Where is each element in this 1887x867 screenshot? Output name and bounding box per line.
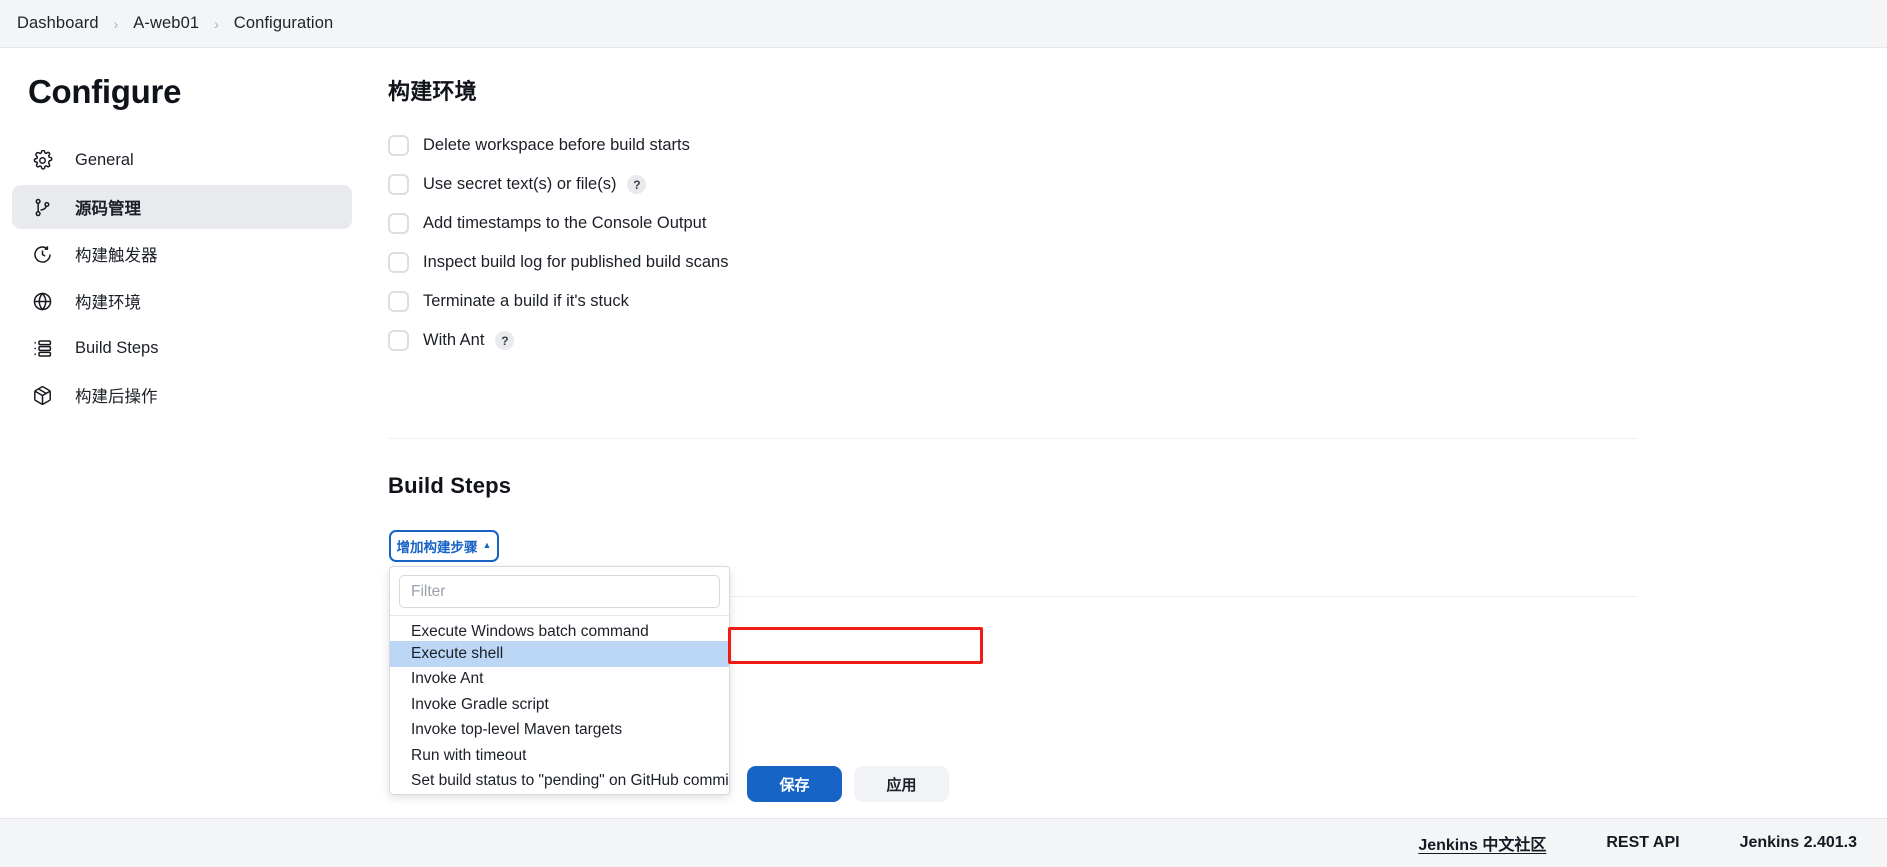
- checkbox-label: Delete workspace before build starts: [423, 136, 690, 154]
- sidebar-item-source-control[interactable]: 源码管理: [12, 185, 352, 229]
- footer-link-rest-api[interactable]: REST API: [1606, 834, 1679, 852]
- section-divider: [388, 438, 1638, 439]
- sidebar-item-label: 构建后操作: [75, 388, 158, 406]
- sidebar-item-build-steps[interactable]: Build Steps: [12, 326, 352, 370]
- sidebar-item-post-build-actions[interactable]: 构建后操作: [12, 373, 352, 417]
- page-footer: Jenkins 中文社区 REST API Jenkins 2.401.3: [0, 818, 1887, 867]
- page-title: Configure: [28, 73, 182, 110]
- checkbox-label: Terminate a build if it's stuck: [423, 292, 629, 310]
- checkbox-row-with-ant[interactable]: With Ant ?: [388, 321, 1288, 360]
- breadcrumb-item-job[interactable]: A-web01: [129, 12, 203, 35]
- help-icon[interactable]: ?: [627, 175, 647, 194]
- menu-item-execute-shell[interactable]: Execute shell: [390, 641, 729, 667]
- checkbox-label: With Ant: [423, 331, 485, 349]
- breadcrumb: Dashboard › A-web01 › Configuration: [0, 0, 1887, 48]
- chevron-right-icon: ›: [214, 15, 219, 32]
- menu-item-execute-windows-batch-command[interactable]: Execute Windows batch command: [390, 616, 729, 641]
- build-environment-heading: 构建环境: [388, 79, 477, 104]
- sidebar-item-label: 构建触发器: [75, 247, 158, 265]
- package-icon: [31, 384, 54, 407]
- checkbox-icon[interactable]: [388, 135, 409, 156]
- build-step-dropdown: Execute Windows batch command Execute sh…: [389, 566, 730, 795]
- sidebar-item-label: 源码管理: [75, 200, 141, 218]
- menu-item-invoke-maven-targets[interactable]: Invoke top-level Maven targets: [390, 718, 729, 744]
- add-build-step-label: 增加构建步骤: [396, 540, 478, 555]
- checkbox-icon[interactable]: [388, 330, 409, 351]
- page-body: Configure General 源码管理 构建触发器 构建环境 Build …: [0, 48, 1887, 818]
- list-icon: [31, 337, 54, 360]
- gear-icon: [31, 149, 54, 172]
- annotation-highlight-box: [728, 627, 983, 664]
- form-action-bar: 保存 应用: [747, 766, 949, 802]
- breadcrumb-item-dashboard[interactable]: Dashboard: [13, 12, 103, 35]
- sidebar-nav: General 源码管理 构建触发器 构建环境 Build Steps 构建后操…: [12, 138, 352, 420]
- chevron-up-icon: ▲: [482, 539, 492, 550]
- menu-item-run-with-timeout[interactable]: Run with timeout: [390, 743, 729, 769]
- build-environment-options: Delete workspace before build starts Use…: [388, 126, 1288, 360]
- build-steps-heading: Build Steps: [388, 473, 512, 498]
- save-button[interactable]: 保存: [747, 766, 842, 802]
- checkbox-label: Inspect build log for published build sc…: [423, 253, 729, 271]
- globe-icon: [31, 290, 54, 313]
- build-step-menu-list[interactable]: Execute Windows batch command Execute sh…: [390, 615, 729, 794]
- breadcrumb-item-configuration[interactable]: Configuration: [230, 12, 337, 35]
- footer-version-label: Jenkins 2.401.3: [1739, 834, 1857, 851]
- checkbox-row-delete-workspace[interactable]: Delete workspace before build starts: [388, 126, 1288, 165]
- menu-item-invoke-ant[interactable]: Invoke Ant: [390, 667, 729, 693]
- sidebar-item-label: General: [75, 150, 134, 169]
- add-build-step-button[interactable]: 增加构建步骤 ▲: [389, 530, 499, 562]
- config-content: 构建环境 Delete workspace before build start…: [360, 48, 1640, 818]
- footer-link-community[interactable]: Jenkins 中文社区: [1418, 831, 1546, 855]
- sidebar-item-general[interactable]: General: [12, 138, 352, 182]
- sidebar-item-label: 构建环境: [75, 294, 141, 312]
- checkbox-icon[interactable]: [388, 291, 409, 312]
- chevron-right-icon: ›: [113, 15, 119, 32]
- checkbox-icon[interactable]: [388, 213, 409, 234]
- configure-sidebar: Configure General 源码管理 构建触发器 构建环境 Build …: [0, 48, 360, 818]
- menu-item-invoke-gradle-script[interactable]: Invoke Gradle script: [390, 692, 729, 718]
- jenkins-configure-page: Dashboard › A-web01 › Configuration Conf…: [0, 0, 1887, 867]
- checkbox-row-terminate-stuck-build[interactable]: Terminate a build if it's stuck: [388, 282, 1288, 321]
- checkbox-label: Use secret text(s) or file(s): [423, 175, 617, 193]
- checkbox-row-add-timestamps[interactable]: Add timestamps to the Console Output: [388, 204, 1288, 243]
- branch-icon: [31, 196, 54, 219]
- clock-icon: [31, 243, 54, 266]
- checkbox-label: Add timestamps to the Console Output: [423, 214, 707, 232]
- panel-divider: [1640, 48, 1641, 818]
- sidebar-item-build-environment[interactable]: 构建环境: [12, 279, 352, 323]
- checkbox-row-use-secret-text[interactable]: Use secret text(s) or file(s) ?: [388, 165, 1288, 204]
- sidebar-item-build-triggers[interactable]: 构建触发器: [12, 232, 352, 276]
- apply-button[interactable]: 应用: [854, 766, 949, 802]
- menu-item-set-build-status-pending-github[interactable]: Set build status to "pending" on GitHub …: [390, 769, 729, 795]
- filter-input[interactable]: [399, 575, 720, 608]
- checkbox-icon[interactable]: [388, 252, 409, 273]
- checkbox-icon[interactable]: [388, 174, 409, 195]
- checkbox-row-inspect-build-log[interactable]: Inspect build log for published build sc…: [388, 243, 1288, 282]
- help-icon[interactable]: ?: [495, 331, 515, 350]
- sidebar-item-label: Build Steps: [75, 338, 159, 357]
